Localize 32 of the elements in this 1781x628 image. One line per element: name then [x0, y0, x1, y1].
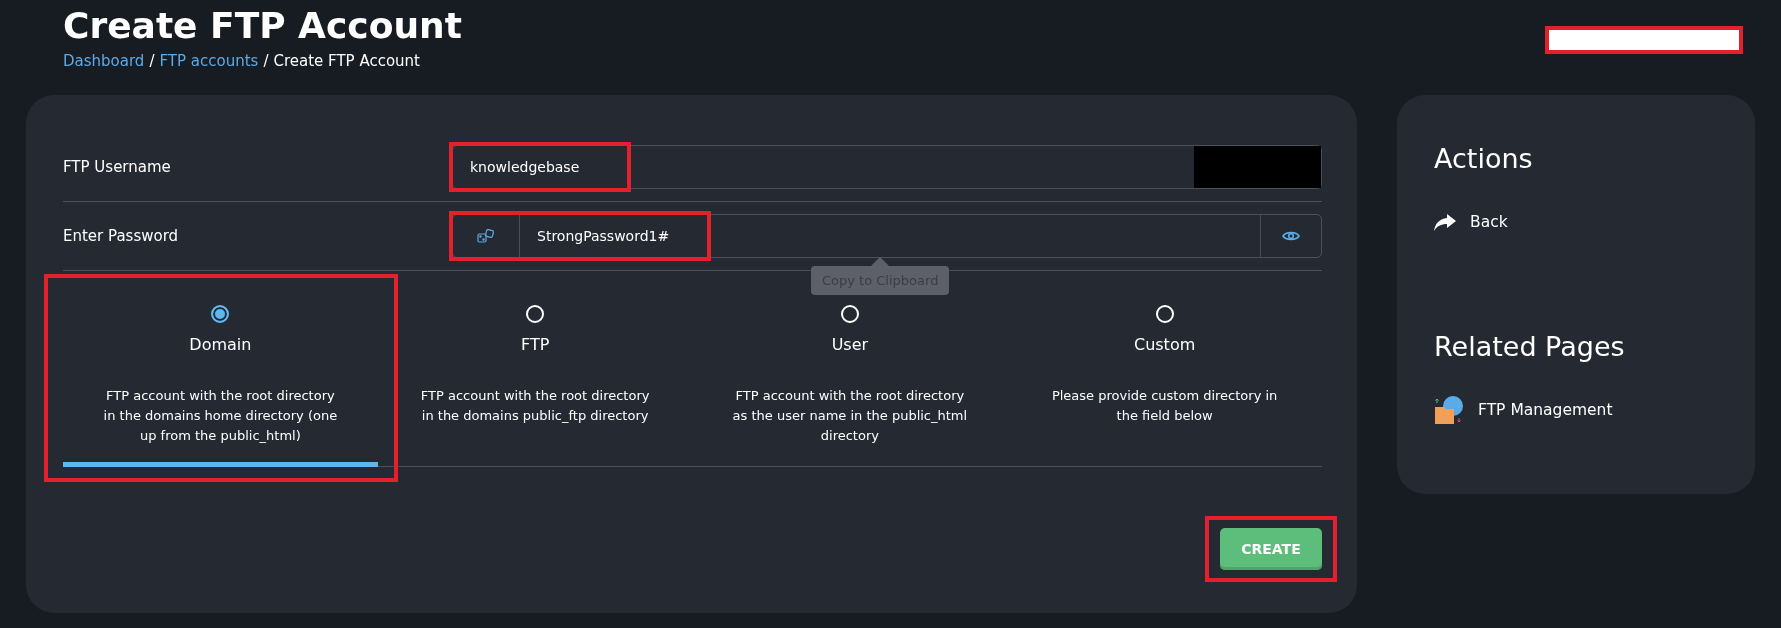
- dice-icon: [477, 229, 495, 243]
- password-input[interactable]: StrongPassword1#: [520, 215, 1260, 257]
- directory-option[interactable]: Domain FTP account with the root directory in the domains home directory (one up from the public_html): [63, 305, 378, 467]
- share-arrow-icon: [1434, 213, 1456, 231]
- username-input[interactable]: knowledgebase: [453, 146, 1194, 188]
- option-description: Please provide custom directory in the field below: [1051, 387, 1278, 425]
- breadcrumb-separator: /: [149, 52, 155, 70]
- option-description: FTP account with the root directory in the domains home directory (one up from the public_html): [103, 387, 338, 445]
- breadcrumb-current-page: Create FTP Account: [273, 52, 420, 70]
- username-field[interactable]: knowledgebase: [452, 145, 1322, 189]
- option-label: FTP: [520, 335, 550, 354]
- breadcrumb-link[interactable]: FTP accounts: [159, 52, 259, 70]
- directory-option[interactable]: User FTP account with the root directory as the user name in the public_html directory: [692, 305, 1008, 467]
- related-page-link[interactable]: FTP Management: [1434, 395, 1718, 425]
- breadcrumb-link[interactable]: Dashboard: [63, 52, 145, 70]
- page-title: Create FTP Account: [63, 4, 462, 48]
- breadcrumb-separator: /: [263, 52, 269, 70]
- field-label: Enter Password: [63, 227, 180, 245]
- section-title: Actions: [1434, 142, 1534, 176]
- eye-icon: [1282, 230, 1300, 242]
- option-label: Custom: [1133, 335, 1196, 354]
- option-description: FTP account with the root directory in the domains public_ftp directory: [420, 387, 650, 425]
- directory-option[interactable]: FTP FTP account with the root directory in the domains public_ftp directory: [377, 305, 693, 467]
- radio-button[interactable]: [211, 305, 230, 323]
- field-label: FTP Username: [63, 158, 172, 176]
- option-label: User: [831, 335, 869, 354]
- option-description: FTP account with the root directory as the user name in the public_html directory: [732, 387, 968, 445]
- directory-option[interactable]: Custom Please provide custom directory in the field below: [1007, 305, 1322, 467]
- ftp-folder-icon: [1434, 395, 1464, 425]
- back-link[interactable]: Back: [1434, 213, 1718, 231]
- option-label: Domain: [189, 335, 252, 354]
- section-title: Related Pages: [1434, 330, 1626, 364]
